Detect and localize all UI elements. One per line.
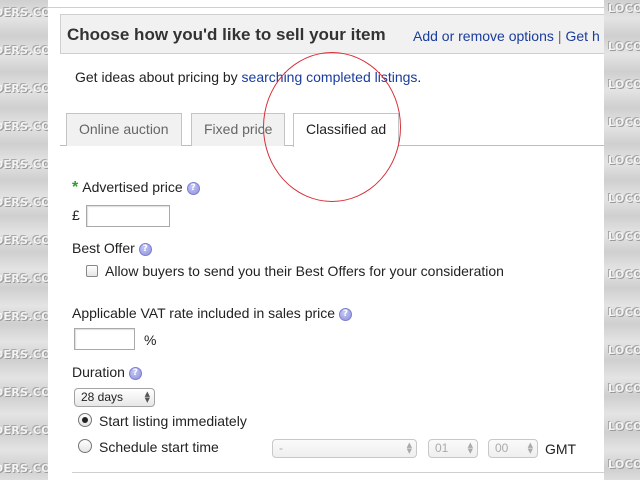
- duration-label-row: Duration?: [72, 364, 142, 380]
- watermark-text: LOCOST: [608, 192, 640, 205]
- watermark-text: LOCOST: [608, 382, 640, 395]
- watermark-text: LOCOST: [608, 420, 640, 433]
- bottom-divider: [72, 472, 604, 473]
- help-icon[interactable]: ?: [339, 307, 353, 321]
- watermark-text: DERS.CO.: [0, 462, 48, 475]
- advertised-price-label: Advertised price: [82, 179, 183, 195]
- duration-selected-value: 28 days: [81, 390, 124, 404]
- vat-rate-input[interactable]: [74, 328, 135, 350]
- start-immediately-label: Start listing immediately: [99, 413, 247, 429]
- watermark-text: LOCOST: [608, 344, 640, 357]
- vat-label: Applicable VAT rate included in sales pr…: [72, 305, 336, 321]
- watermark-text: DERS.CO.: [0, 310, 48, 323]
- watermark-text: LOCOST: [608, 268, 640, 281]
- watermark-text: LOCOST: [608, 306, 640, 319]
- pricing-ideas-prefix: Get ideas about pricing by: [75, 69, 242, 85]
- section-header: Choose how you'd like to sell your item …: [60, 14, 604, 54]
- schedule-date-select[interactable]: - ▲ ▼: [272, 439, 417, 458]
- watermark-text: DERS.CO.: [0, 348, 48, 361]
- duration-select[interactable]: 28 days ▲ ▼: [74, 388, 155, 407]
- schedule-start-label: Schedule start time: [99, 439, 219, 455]
- schedule-minute-select[interactable]: 00 ▲ ▼: [488, 439, 538, 458]
- advertised-price-input[interactable]: [86, 205, 170, 227]
- watermark-text: LOCOST: [608, 154, 640, 167]
- help-icon[interactable]: ?: [128, 366, 142, 380]
- vat-unit: %: [144, 332, 157, 348]
- annotation-circle: [263, 52, 401, 202]
- watermark-strip-right: LOCOST LOCOST LOCOST LOCOST LOCOST LOCOS…: [604, 0, 640, 480]
- listing-form-page: Choose how you'd like to sell your item …: [48, 0, 604, 480]
- best-offer-checkbox-label: Allow buyers to send you their Best Offe…: [105, 263, 504, 279]
- best-offer-label: Best Offer: [72, 240, 135, 256]
- watermark-text: LOCOST: [608, 116, 640, 129]
- section-title: Choose how you'd like to sell your item: [67, 25, 386, 44]
- help-icon[interactable]: ?: [138, 242, 152, 256]
- watermark-text: DERS.CO.: [0, 424, 48, 437]
- timezone-label: GMT: [545, 441, 577, 457]
- start-immediately-radio[interactable]: [78, 413, 92, 427]
- tab-online-auction[interactable]: Online auction: [66, 113, 182, 146]
- chevron-updown-icon: ▲ ▼: [406, 441, 412, 455]
- chevron-updown-icon: ▲ ▼: [467, 441, 473, 455]
- top-divider: [48, 7, 604, 8]
- watermark-text: LOCOST: [608, 458, 640, 471]
- best-offer-checkbox[interactable]: [86, 265, 98, 277]
- watermark-text: LOCOST: [608, 2, 640, 15]
- duration-label: Duration: [72, 364, 125, 380]
- get-help-link[interactable]: Get h: [566, 28, 600, 44]
- schedule-date-value: -: [279, 441, 283, 455]
- watermark-text: LOCOST: [608, 40, 640, 53]
- best-offer-label-row: Best Offer?: [72, 240, 152, 256]
- chevron-updown-icon: ▲ ▼: [144, 390, 150, 404]
- watermark-text: DERS.CO.: [0, 272, 48, 285]
- watermark-text: DERS.CO.: [0, 120, 48, 133]
- schedule-minute-value: 00: [495, 441, 509, 455]
- schedule-hour-value: 01: [435, 441, 449, 455]
- required-mark: *: [72, 179, 79, 196]
- watermark-text: DERS.CO.: [0, 6, 48, 19]
- vat-label-row: Applicable VAT rate included in sales pr…: [72, 305, 353, 321]
- watermark-text: DERS.CO.: [0, 82, 48, 95]
- schedule-hour-select[interactable]: 01 ▲ ▼: [428, 439, 478, 458]
- chevron-updown-icon: ▲ ▼: [527, 441, 533, 455]
- watermark-text: DERS.CO.: [0, 386, 48, 399]
- watermark-text: DERS.CO.: [0, 234, 48, 247]
- watermark-text: LOCOST: [608, 78, 640, 91]
- pricing-ideas-suffix: .: [417, 69, 422, 85]
- watermark-text: LOCOST: [608, 230, 640, 243]
- advertised-price-label-row: * Advertised price?: [72, 179, 200, 197]
- watermark-text: DERS.CO.: [0, 196, 48, 209]
- currency-symbol: £: [72, 207, 80, 223]
- link-separator: |: [557, 28, 562, 44]
- schedule-start-radio[interactable]: [78, 439, 92, 453]
- watermark-text: DERS.CO.: [0, 44, 48, 57]
- help-icon[interactable]: ?: [186, 181, 200, 195]
- watermark-strip-left: DERS.CO. DERS.CO. DERS.CO. DERS.CO. DERS…: [0, 0, 48, 480]
- header-links: Add or remove options | Get h: [413, 28, 600, 44]
- add-remove-options-link[interactable]: Add or remove options: [413, 28, 554, 44]
- watermark-text: DERS.CO.: [0, 158, 48, 171]
